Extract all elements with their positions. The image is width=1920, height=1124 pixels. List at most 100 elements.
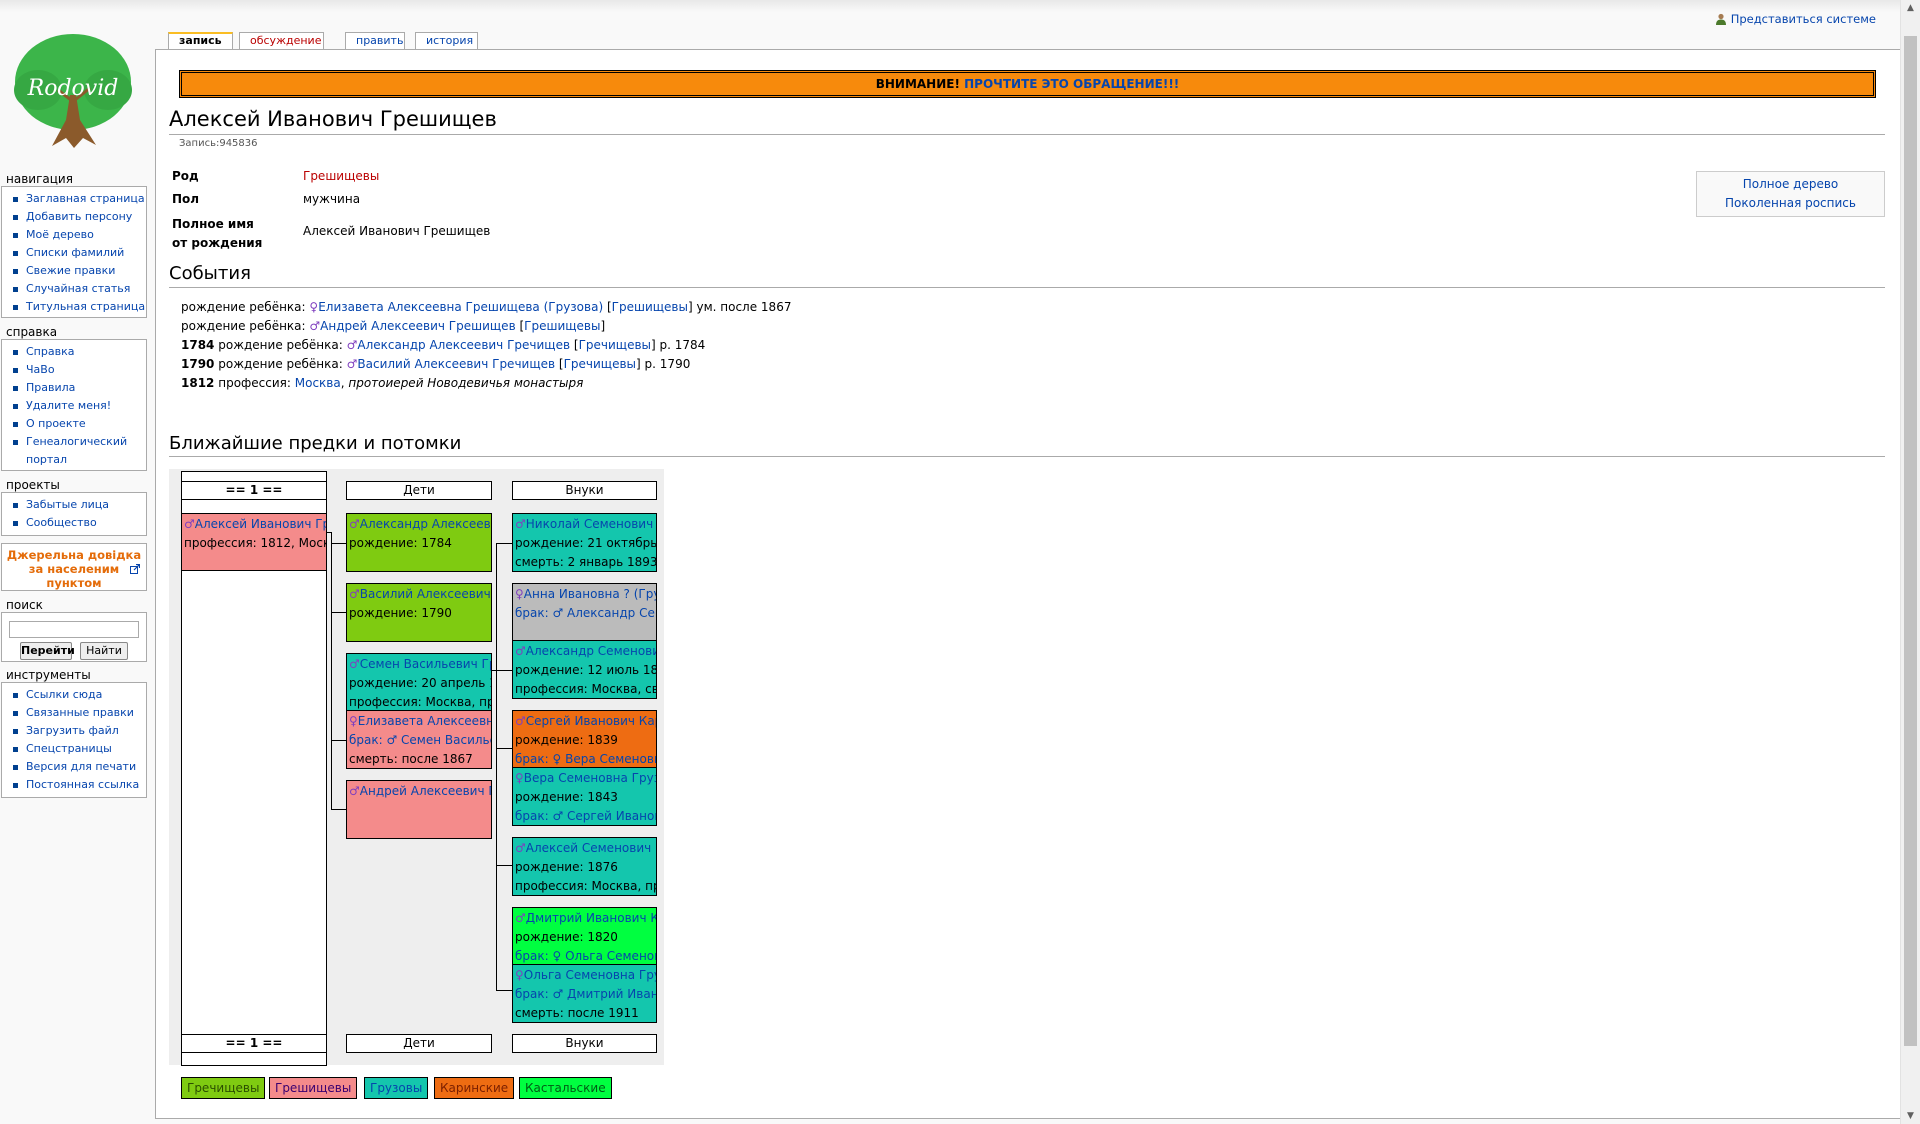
grandchildren-footer: Внуки [512, 1034, 657, 1053]
grandchild-card[interactable]: ♂Николай Семенович Г рождение: 21 октябр… [512, 513, 657, 572]
grandchild-card[interactable]: ♀Вера Семеновна Груз рождение: 1843 брак… [512, 767, 657, 826]
legend-gruzovy[interactable]: Грузовы [364, 1077, 429, 1099]
root-person-card[interactable]: ♂Алексей Иванович Гр профессия: 1812, Мо… [181, 513, 327, 571]
generation-footer: == 1 == [181, 1034, 327, 1053]
tree-logo-icon: Rodovid [14, 34, 132, 148]
tab-edit[interactable]: править [345, 32, 405, 49]
grandchild-card[interactable]: ♀Ольга Семеновна Гру брак: ♂ Дмитрий Ива… [512, 964, 657, 1023]
event-clan-link[interactable]: Грешищевы [612, 300, 688, 314]
tools-portlet: Ссылки сюда Связанные правки Загрузить ф… [1, 682, 147, 798]
record-id: Запись:945836 [179, 138, 258, 149]
find-button[interactable]: Найти [80, 642, 128, 660]
genealogy-portal-link[interactable]: Генеалогический портал [13, 433, 146, 469]
svg-text:Rodovid: Rodovid [27, 76, 119, 101]
nav-my-tree[interactable]: Моё дерево [13, 226, 146, 244]
rodovid-logo[interactable]: Rodovid [8, 20, 138, 155]
search-portlet: Перейти Найти [1, 612, 147, 662]
community-link[interactable]: Сообщество [13, 514, 146, 532]
notice-link[interactable]: ПРОЧТИТЕ ЭТО ОБРАЩЕНИЕ!!! [964, 77, 1179, 91]
tree-links-box: Полное дерево Поколенная роспись [1696, 171, 1885, 217]
help-portlet: Справка ЧаВо Правила Удалите меня! О про… [1, 339, 147, 471]
page-title: Алексей Иванович Грешищев [169, 107, 497, 131]
child-card[interactable]: ♀Елизавета Алексеевн брак: ♂ Семен Васил… [346, 710, 492, 769]
tree-connector [496, 865, 512, 866]
help-link[interactable]: Справка [13, 343, 146, 361]
faq-link[interactable]: ЧаВо [13, 361, 146, 379]
nav-main-page[interactable]: Заглавная страница [13, 190, 146, 208]
clan-label: Род [172, 169, 199, 183]
permanent-link[interactable]: Постоянная ссылка [13, 776, 146, 794]
scroll-thumb[interactable] [1904, 36, 1917, 1046]
child-spouse-card[interactable]: ♂Семен Васильевич Гр рождение: 20 апрель… [346, 653, 492, 711]
grandchild-spouse-card[interactable]: ♂Дмитрий Иванович Ка рождение: 1820 брак… [512, 907, 657, 965]
login-link[interactable]: Представиться системе [1731, 12, 1876, 26]
child-card[interactable]: ♂Василий Алексеевич рождение: 1790 [346, 583, 492, 642]
event-clan-link[interactable]: Гречищевы [564, 357, 636, 371]
special-pages-link[interactable]: Спецстраницы [13, 740, 146, 758]
child-card[interactable]: ♂Андрей Алексеевич Г [346, 780, 492, 839]
upload-file-link[interactable]: Загрузить файл [13, 722, 146, 740]
legend-greshishchevy[interactable]: Грешищевы [269, 1077, 358, 1099]
delete-me-link[interactable]: Удалите меня! [13, 397, 146, 415]
rules-link[interactable]: Правила [13, 379, 146, 397]
printable-version-link[interactable]: Версия для печати [13, 758, 146, 776]
tree-connector [496, 990, 512, 991]
event-person-link[interactable]: Александр Алексеевич Гречищев [357, 338, 570, 352]
search-input[interactable] [9, 621, 139, 638]
grandchildren-header: Внуки [512, 481, 657, 500]
event-person-link[interactable]: Василий Алексеевич Гречищев [357, 357, 555, 371]
event-clan-link[interactable]: Грешищевы [524, 319, 600, 333]
legend-karinskie[interactable]: Каринские [434, 1077, 515, 1099]
event-clan-link[interactable]: Гречищевы [579, 338, 651, 352]
tree-connector [496, 748, 512, 749]
tab-history[interactable]: история [415, 32, 478, 49]
personal-tools[interactable]: Представиться системе [1715, 12, 1876, 26]
tree-connector [331, 543, 346, 544]
user-icon [1715, 13, 1726, 25]
tree-divider [169, 456, 1885, 457]
male-icon: ♂ [346, 357, 358, 371]
tree-heading: Ближайшие предки и потомки [169, 433, 462, 454]
projects-heading: проекты [6, 478, 60, 492]
nav-recent-changes[interactable]: Свежие правки [13, 262, 146, 280]
generation-header: == 1 == [181, 481, 327, 500]
event-item: 1790 рождение ребёнка: ♂Василий Алексеев… [181, 357, 691, 371]
about-link[interactable]: О проекте [13, 415, 146, 433]
children-footer: Дети [346, 1034, 492, 1053]
nav-add-person[interactable]: Добавить персону [13, 208, 146, 226]
forgotten-faces-link[interactable]: Забытые лица [13, 496, 146, 514]
tab-record[interactable]: запись [168, 32, 233, 49]
projects-portlet: Забытые лица Сообщество [1, 492, 147, 536]
tree-connector [331, 809, 346, 810]
nav-surname-lists[interactable]: Списки фамилий [13, 244, 146, 262]
scroll-down-icon[interactable]: ▼ [1901, 1108, 1920, 1124]
go-button[interactable]: Перейти [20, 642, 75, 660]
event-person-link[interactable]: Елизавета Алексеевна Грешищева (Грузова) [318, 300, 603, 314]
generations-link[interactable]: Поколенная роспись [1697, 194, 1884, 213]
legend-kastalskie[interactable]: Кастальские [519, 1077, 612, 1099]
title-divider [169, 134, 1885, 135]
tree-connector [496, 670, 512, 671]
full-tree-link[interactable]: Полное дерево [1697, 175, 1884, 194]
tree-connector [331, 532, 332, 810]
event-item: рождение ребёнка: ♂Андрей Алексеевич Гре… [181, 319, 606, 333]
nav-random-article[interactable]: Случайная статья [13, 280, 146, 298]
tab-discussion[interactable]: обсуждение [239, 32, 324, 49]
event-place-link[interactable]: Москва [295, 376, 341, 390]
related-changes-link[interactable]: Связанные правки [13, 704, 146, 722]
scroll-up-icon[interactable]: ▲ [1901, 0, 1920, 16]
what-links-here-link[interactable]: Ссылки сюда [13, 686, 146, 704]
legend-grechishchevy[interactable]: Гречищевы [181, 1077, 266, 1099]
vertical-scrollbar[interactable]: ▲ ▼ [1900, 0, 1920, 1124]
tree-connector [331, 612, 346, 613]
child-card[interactable]: ♂Александр Алексееви рождение: 1784 [346, 513, 492, 572]
notice-banner: ВНИМАНИЕ! ПРОЧТИТЕ ЭТО ОБРАЩЕНИЕ!!! [179, 70, 1876, 98]
grandchild-spouse-card[interactable]: ♀Анна Ивановна ? (Гру брак: ♂ Александр … [512, 583, 657, 641]
grandchild-card[interactable]: ♂Алексей Семенович Г рождение: 1876 проф… [512, 837, 657, 896]
event-person-link[interactable]: Андрей Алексеевич Грешищев [320, 319, 515, 333]
grandchild-spouse-card[interactable]: ♂Сергей Иванович Кар рождение: 1839 брак… [512, 710, 657, 769]
directory-box[interactable]: Джерельна довідка за населеним пунктом [1, 543, 147, 591]
grandchild-card[interactable]: ♂Александр Семенович рождение: 12 июль 1… [512, 640, 657, 699]
nav-title-page[interactable]: Титульная страница [13, 298, 146, 316]
clan-link[interactable]: Грешищевы [303, 169, 379, 183]
